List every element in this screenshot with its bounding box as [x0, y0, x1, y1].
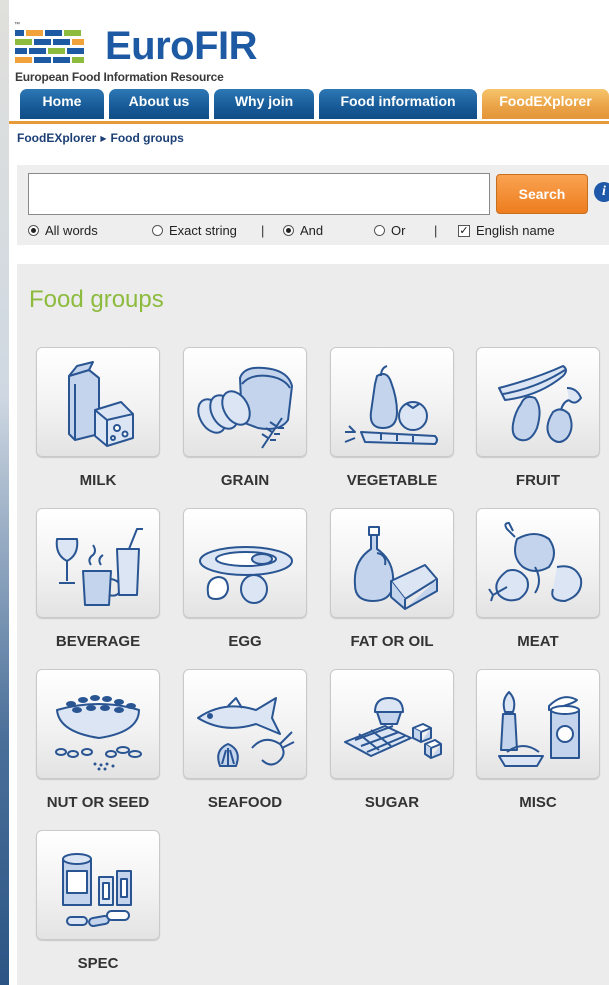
food-group-tile: [330, 347, 454, 457]
food-group-tile: [183, 508, 307, 618]
beverage-icon: [55, 528, 143, 606]
food-group-tile: [183, 669, 307, 779]
english-name-label: English name: [476, 223, 555, 238]
food-group-milk[interactable]: MILK: [36, 347, 160, 489]
tab-food-information[interactable]: Food information: [319, 89, 477, 119]
supplement-icon: [62, 853, 132, 928]
page: ™ EuroFIR European Food Information Reso…: [9, 0, 609, 985]
search-options: All words Exact string | And Or | ✓ Engl…: [28, 223, 608, 243]
food-group-spec[interactable]: SPEC: [36, 830, 160, 972]
food-group-sugar[interactable]: SUGAR: [330, 669, 454, 811]
food-group-tile: [36, 508, 160, 618]
food-group-label: SPEC: [77, 955, 119, 972]
food-group-fruit[interactable]: FRUIT: [476, 347, 600, 489]
fish-icon: [197, 697, 295, 767]
food-group-meat[interactable]: MEAT: [476, 508, 600, 650]
food-group-label: FRUIT: [515, 472, 561, 489]
eurofir-logo[interactable]: ™ EuroFIR European Food Information Reso…: [14, 20, 275, 88]
or-label: Or: [391, 223, 406, 238]
all-words-label: All words: [45, 223, 98, 238]
logo-bars-icon: [15, 30, 84, 63]
tab-foodexplorer[interactable]: FoodEXplorer: [482, 89, 609, 119]
tab-about-us[interactable]: About us: [109, 89, 209, 119]
all-words-radio[interactable]: All words: [28, 223, 98, 238]
bread-icon: [197, 366, 293, 449]
food-group-grain[interactable]: GRAIN: [183, 347, 307, 489]
food-group-label: FAT OR OIL: [350, 633, 434, 650]
search-panel: Search i All words Exact string | And Or…: [17, 165, 609, 245]
radio-indicator: [374, 225, 385, 236]
brand-name: EuroFIR: [105, 24, 258, 68]
main-nav: Home About us Why join Food information …: [9, 87, 609, 124]
milk-icon: [68, 361, 134, 447]
food-group-label: SEAFOOD: [207, 794, 283, 811]
food-group-label: NUT OR SEED: [46, 794, 150, 811]
english-name-checkbox[interactable]: ✓ English name: [458, 223, 555, 238]
fruit-icon: [498, 365, 582, 443]
food-group-label: EGG: [228, 633, 262, 650]
vegetable-icon: [344, 365, 438, 445]
food-group-label: VEGETABLE: [346, 472, 438, 489]
option-separator: |: [261, 223, 265, 238]
egg-icon: [199, 546, 293, 604]
search-input[interactable]: [28, 173, 490, 215]
breadcrumb-food-groups[interactable]: Food groups: [111, 131, 184, 145]
food-group-label: MILK: [79, 472, 117, 489]
food-group-seafood[interactable]: SEAFOOD: [183, 669, 307, 811]
food-group-vegetable[interactable]: VEGETABLE: [330, 347, 454, 489]
food-group-egg[interactable]: EGG: [183, 508, 307, 650]
food-group-beverage[interactable]: BEVERAGE: [36, 508, 160, 650]
food-group-label: MEAT: [517, 633, 559, 650]
food-group-tile: [183, 347, 307, 457]
option-separator: |: [434, 223, 438, 238]
food-groups-panel: Food groups MILK GRAIN VEGETABLE FRUIT B…: [17, 264, 609, 985]
breadcrumb-arrow-icon: ▶: [100, 134, 107, 143]
radio-indicator: [283, 225, 294, 236]
exact-string-label: Exact string: [169, 223, 237, 238]
radio-indicator: [152, 225, 163, 236]
nut-icon: [55, 695, 142, 771]
food-group-label: GRAIN: [220, 472, 270, 489]
food-group-label: BEVERAGE: [55, 633, 141, 650]
food-group-nut-or-seed[interactable]: NUT OR SEED: [36, 669, 160, 811]
food-groups-title: Food groups: [29, 286, 164, 313]
food-group-tile: [330, 669, 454, 779]
radio-indicator: [28, 225, 39, 236]
food-group-tile: [36, 830, 160, 940]
food-group-fat-or-oil[interactable]: FAT OR OIL: [330, 508, 454, 650]
search-button[interactable]: Search: [496, 174, 588, 214]
breadcrumb: FoodEXplorer ▶ Food groups: [17, 131, 184, 145]
breadcrumb-foodexplorer[interactable]: FoodEXplorer: [17, 131, 96, 145]
and-label: And: [300, 223, 324, 238]
food-group-label: SUGAR: [364, 794, 420, 811]
window-left-edge: [0, 0, 9, 985]
tab-home[interactable]: Home: [20, 89, 104, 119]
tab-why-join[interactable]: Why join: [214, 89, 314, 119]
food-group-label: MISC: [519, 794, 557, 811]
food-group-tile: [36, 669, 160, 779]
food-group-tile: [476, 347, 600, 457]
or-radio[interactable]: Or: [374, 223, 405, 238]
sugar-icon: [344, 697, 442, 759]
brand-tagline: European Food Information Resource: [15, 70, 224, 84]
info-icon[interactable]: i: [594, 182, 609, 202]
misc-icon: [498, 691, 580, 767]
food-group-tile: [476, 669, 600, 779]
food-group-tile: [476, 508, 600, 618]
checkbox-indicator: ✓: [458, 224, 470, 237]
and-radio[interactable]: And: [283, 223, 323, 238]
meat-icon: [488, 522, 583, 602]
oil-icon: [353, 526, 438, 610]
food-group-tile: [330, 508, 454, 618]
exact-string-radio[interactable]: Exact string: [152, 223, 237, 238]
food-group-misc[interactable]: MISC: [476, 669, 600, 811]
food-group-tile: [36, 347, 160, 457]
